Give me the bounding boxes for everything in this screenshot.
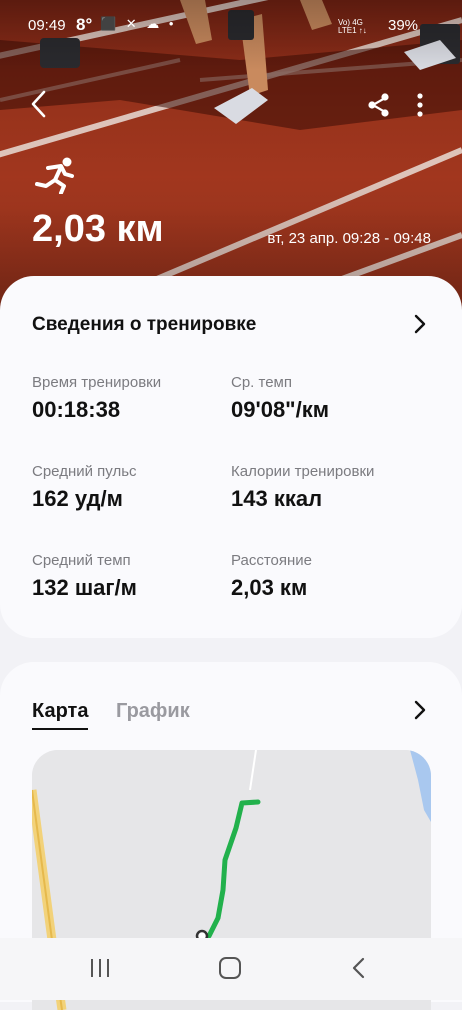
stat-avg-heart-rate: Средний пульс 162 уд/м bbox=[32, 463, 222, 512]
tab-map-label: Карта bbox=[32, 700, 89, 722]
stat-avg-cadence: Средний темп 132 шаг/м bbox=[32, 552, 222, 601]
status-temperature: 8° bbox=[76, 15, 93, 34]
stat-label: Калории тренировки bbox=[231, 463, 375, 480]
workout-distance: 2,03 км bbox=[32, 208, 164, 250]
stat-avg-pace: Ср. темп 09'08"/км bbox=[231, 374, 421, 423]
stat-value: 09'08"/км bbox=[231, 397, 330, 422]
notification-icons: ⬛ ✕ ☁ • bbox=[100, 16, 177, 31]
tab-chart[interactable]: График bbox=[116, 700, 190, 723]
share-icon bbox=[368, 93, 389, 117]
more-vertical-icon bbox=[417, 93, 423, 117]
status-bar: 09:49 8° ⬛ ✕ ☁ • Vo) 4G LTE1 ↑↓ 39% bbox=[0, 14, 462, 40]
stat-value: 132 шаг/м bbox=[32, 575, 137, 600]
chevron-right-icon[interactable] bbox=[413, 314, 427, 334]
stat-value: 00:18:38 bbox=[32, 397, 121, 422]
chevron-right-icon[interactable] bbox=[413, 700, 427, 720]
share-button[interactable] bbox=[364, 90, 394, 120]
system-nav-bar bbox=[0, 938, 462, 1000]
tab-map[interactable]: Карта bbox=[32, 700, 89, 730]
home-icon[interactable] bbox=[216, 956, 244, 980]
stat-calories: Калории тренировки 143 ккал bbox=[231, 463, 421, 512]
stat-label: Средний темп bbox=[32, 552, 131, 569]
status-time: 09:49 bbox=[28, 17, 66, 34]
network-icons: Vo) 4G LTE1 ↑↓ bbox=[338, 19, 367, 35]
workout-details-title[interactable]: Сведения о тренировке bbox=[32, 314, 256, 336]
stat-distance: Расстояние 2,03 км bbox=[231, 552, 421, 601]
stat-label: Средний пульс bbox=[32, 463, 137, 480]
back-button[interactable] bbox=[24, 88, 56, 120]
running-icon bbox=[35, 157, 74, 194]
stat-value: 162 уд/м bbox=[32, 486, 123, 511]
stat-value: 2,03 км bbox=[231, 575, 308, 600]
back-arrow-icon bbox=[31, 90, 46, 118]
recents-icon[interactable] bbox=[86, 956, 114, 980]
workout-details-card: Сведения о тренировке Время тренировки 0… bbox=[0, 276, 462, 638]
workout-datetime: вт, 23 апр. 09:28 - 09:48 bbox=[267, 230, 431, 247]
battery-level: 39% bbox=[388, 17, 419, 34]
stat-label: Ср. темп bbox=[231, 374, 292, 391]
stat-label: Время тренировки bbox=[32, 374, 162, 391]
stat-label: Расстояние bbox=[231, 552, 313, 569]
stat-workout-time: Время тренировки 00:18:38 bbox=[32, 374, 222, 423]
stat-value: 143 ккал bbox=[231, 486, 323, 511]
more-options-button[interactable] bbox=[410, 90, 430, 120]
active-tab-indicator bbox=[32, 728, 89, 730]
network-line2: LTE1 ↑↓ bbox=[338, 26, 367, 35]
nav-back-icon[interactable] bbox=[346, 956, 374, 980]
